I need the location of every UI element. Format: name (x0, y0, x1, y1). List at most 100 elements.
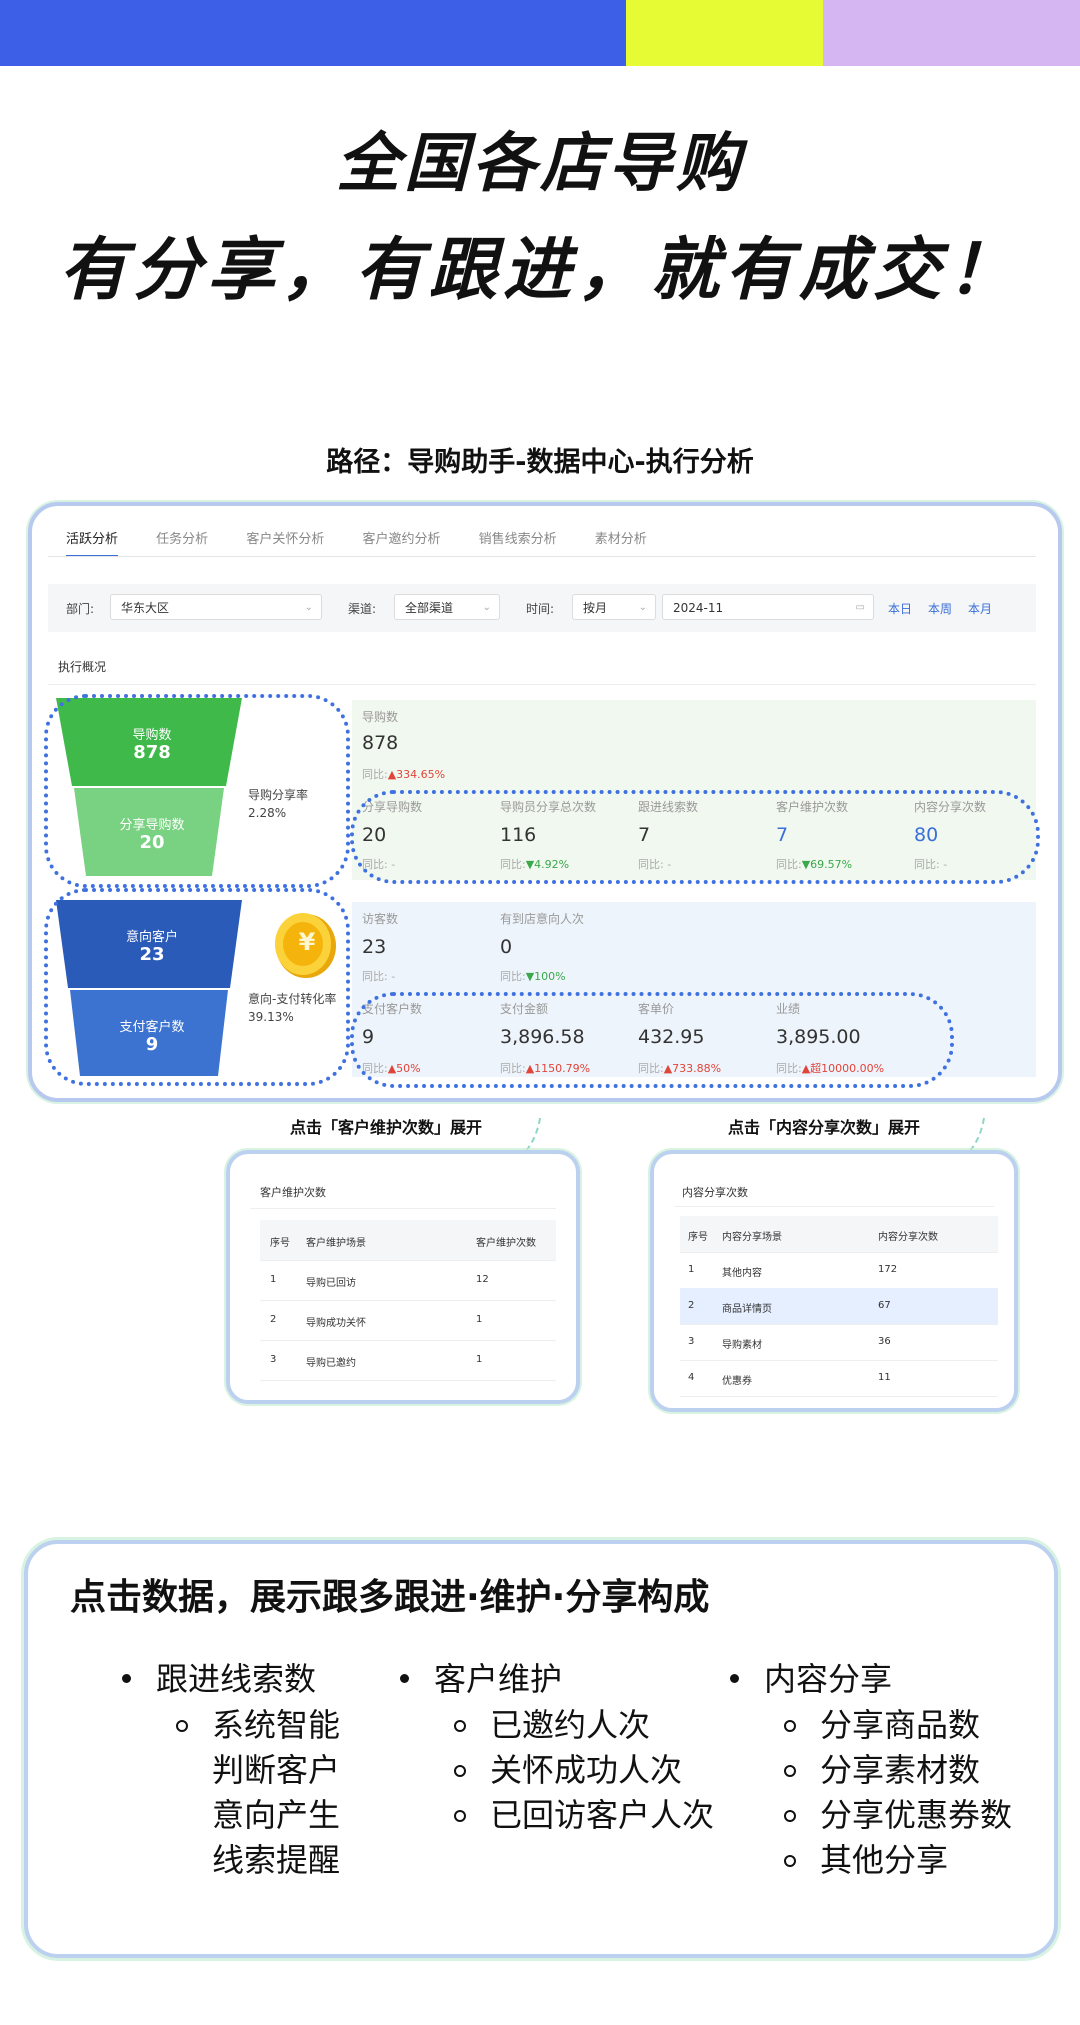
row-scene: 导购素材 (722, 1340, 762, 1351)
summary-col1-item: 意向产生 (212, 1796, 341, 1834)
compare-label: 同比: (500, 970, 526, 983)
quick-this-week[interactable]: 本周 (928, 600, 952, 617)
table-row[interactable]: 3 导购素材 36 (680, 1324, 998, 1361)
metric-visitor-value[interactable]: 23 (362, 936, 386, 958)
popup-table: 序号 内容分享场景 内容分享次数 1 其他内容 172 2 商品详情页 67 3… (680, 1216, 998, 1400)
tab-material-analysis[interactable]: 素材分析 (595, 528, 647, 547)
summary-title: 点击数据，展示跟多跟进·维护·分享构成 (70, 1577, 710, 1618)
summary-col3-item: 分享优惠券数 (820, 1796, 1013, 1834)
dept-select-value: 华东大区 (121, 601, 170, 615)
popup-content-share: 内容分享次数 序号 内容分享场景 内容分享次数 1 其他内容 172 2 商品详… (650, 1150, 1018, 1412)
row-scene: 优惠券 (722, 1376, 752, 1387)
quick-this-month[interactable]: 本月 (968, 600, 992, 617)
delta-up: ▲334.65% (387, 768, 446, 781)
table-row[interactable]: 1 其他内容 172 (680, 1252, 998, 1289)
dept-label: 部门: (66, 602, 95, 616)
table-row[interactable]: 2 导购成功关怀 1 (260, 1300, 556, 1341)
metric-store-intent-label: 有到店意向人次 (500, 912, 585, 926)
row-scene: 其他内容 (722, 1268, 762, 1279)
path-label: 路径：导购助手-数据中心-执行分析 (326, 447, 754, 478)
summary-col3-item: 其他分享 (820, 1841, 949, 1879)
highlight-funnel2 (44, 888, 350, 1086)
compare-label: 同比: (362, 768, 388, 781)
delta-down: ▼100% (525, 970, 566, 983)
summary-col2-item: 已回访客户人次 (490, 1796, 715, 1834)
summary-col1-item: 判断客户 (212, 1751, 341, 1789)
sub-bullet-circle (784, 1810, 796, 1822)
summary-col1-head: 跟进线索数 (156, 1660, 317, 1698)
period-select-value: 按月 (583, 601, 608, 615)
metric-store-intent-value[interactable]: 0 (500, 936, 512, 958)
chevron-down-icon: ⌄ (482, 602, 491, 613)
sub-bullet-circle (176, 1720, 188, 1732)
row-index: 2 (688, 1300, 695, 1311)
row-count: 67 (878, 1300, 891, 1311)
row-index: 2 (270, 1314, 277, 1325)
sub-bullet-circle (454, 1720, 466, 1732)
popup-customer-care: 客户维护次数 序号 客户维护场景 客户维护次数 1 导购已回访 12 2 导购成… (226, 1150, 580, 1404)
metric-guide-count-value[interactable]: 878 (362, 732, 398, 754)
channel-label: 渠道: (348, 602, 377, 616)
table-row[interactable]: 3 导购已邀约 1 (260, 1340, 556, 1381)
col-scene: 客户维护场景 (306, 1238, 366, 1249)
chevron-down-icon: ⌄ (638, 602, 647, 613)
date-picker-value: 2024-11 (673, 601, 724, 615)
period-select[interactable]: 按月 ⌄ (572, 594, 656, 620)
popup-title: 内容分享次数 (682, 1186, 748, 1199)
metric-visitor-compare: 同比: - (362, 970, 396, 983)
tab-active-analysis[interactable]: 活跃分析 (66, 528, 119, 557)
col-index: 序号 (270, 1238, 290, 1249)
analysis-tabs: 活跃分析 任务分析 客户关怀分析 客户邀约分析 销售线索分析 素材分析 (66, 528, 681, 557)
row-scene: 导购已邀约 (306, 1358, 356, 1369)
channel-select[interactable]: 全部渠道 ⌄ (394, 594, 500, 620)
date-picker[interactable]: 2024-11 ▭ (662, 594, 874, 620)
summary-col2-item: 关怀成功人次 (490, 1751, 683, 1789)
tab-customer-invite-analysis[interactable]: 客户邀约分析 (362, 528, 440, 547)
popup-title: 客户维护次数 (260, 1186, 326, 1199)
summary-col1-item: 线索提醒 (212, 1841, 341, 1879)
col-index: 序号 (688, 1232, 708, 1243)
table-row[interactable]: 1 导购已回访 12 (260, 1260, 556, 1301)
row-index: 3 (270, 1354, 277, 1365)
sub-bullet-circle (454, 1765, 466, 1777)
table-row[interactable]: 4 优惠券 11 (680, 1360, 998, 1397)
row-count: 172 (878, 1264, 898, 1275)
sub-bullet-circle (784, 1765, 796, 1777)
bullet-dot (730, 1674, 739, 1683)
row-index: 1 (688, 1264, 695, 1275)
col-count: 内容分享次数 (878, 1232, 938, 1243)
highlight-pay-metrics (350, 992, 954, 1088)
tab-customer-care-analysis[interactable]: 客户关怀分析 (246, 528, 324, 547)
popup-divider (250, 1208, 556, 1209)
row-index: 3 (688, 1336, 695, 1347)
row-index: 1 (270, 1274, 277, 1285)
tab-task-analysis[interactable]: 任务分析 (156, 528, 208, 547)
calendar-icon: ▭ (855, 602, 865, 613)
highlight-guide-metrics (350, 790, 1040, 884)
row-scene: 导购已回访 (306, 1278, 356, 1289)
popup-table: 序号 客户维护场景 客户维护次数 1 导购已回访 12 2 导购成功关怀 1 3… (260, 1220, 556, 1390)
section-title: 执行概况 (58, 660, 107, 674)
headline-line2: 有分享，有跟进，就有成交！ (58, 231, 1021, 310)
col-scene: 内容分享场景 (722, 1232, 782, 1243)
quick-today[interactable]: 本日 (888, 600, 912, 617)
highlight-funnel1 (44, 694, 350, 888)
col-count: 客户维护次数 (476, 1238, 536, 1249)
dept-select[interactable]: 华东大区 ⌄ (110, 594, 322, 620)
row-scene: 导购成功关怀 (306, 1318, 366, 1329)
row-count: 1 (476, 1354, 483, 1365)
row-count: 12 (476, 1274, 489, 1285)
sub-bullet-circle (784, 1855, 796, 1867)
metric-guide-count-label: 导购数 (362, 710, 399, 724)
row-scene: 商品详情页 (722, 1304, 772, 1315)
caption-content-share: 点击「内容分享次数」展开 (728, 1118, 921, 1137)
sub-bullet-circle (784, 1720, 796, 1732)
tab-sales-lead-analysis[interactable]: 销售线索分析 (479, 528, 557, 547)
summary-col2-head: 客户维护 (434, 1660, 563, 1698)
summary-col2-item: 已邀约人次 (490, 1706, 651, 1744)
headline-line1: 全国各店导购 (336, 127, 744, 201)
top-bar-blue (0, 0, 626, 66)
table-row-highlighted[interactable]: 2 商品详情页 67 (680, 1288, 998, 1325)
top-bar-yellow (626, 0, 823, 66)
top-bar-purple (823, 0, 1080, 66)
